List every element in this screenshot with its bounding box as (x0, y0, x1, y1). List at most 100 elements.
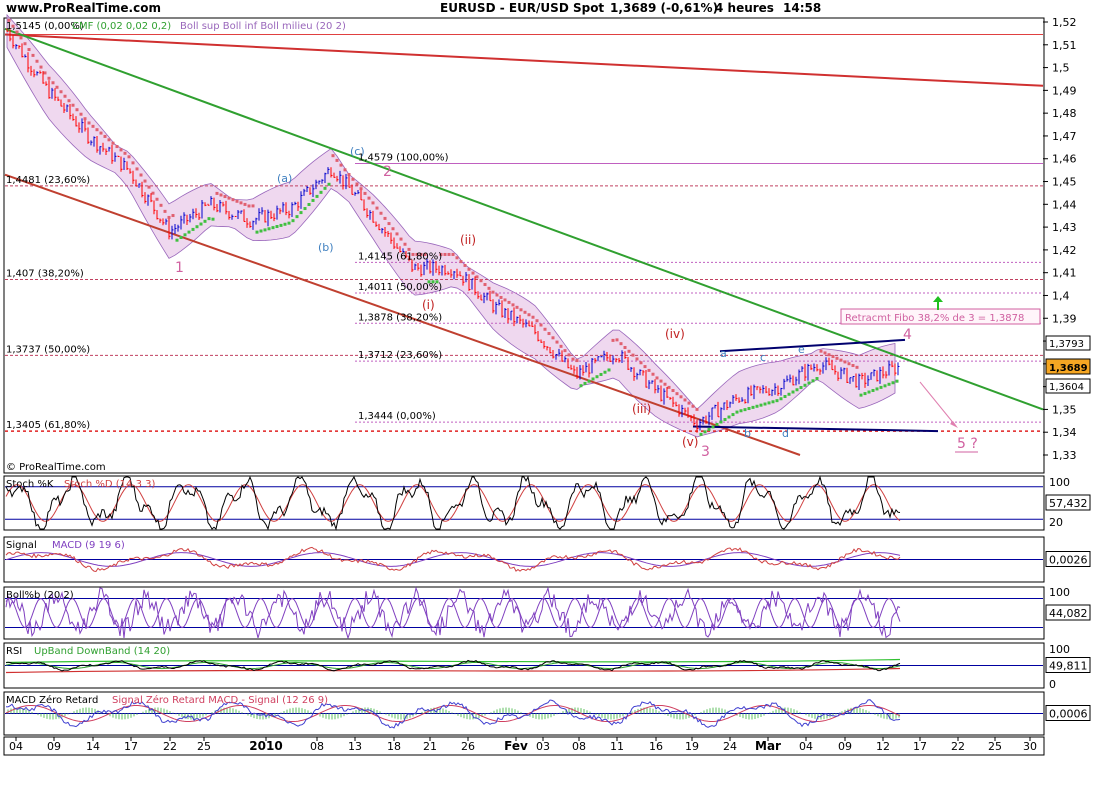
panel-label-secondary: Stoch %D (14 3 3) (64, 479, 155, 490)
sar-dot (31, 53, 35, 57)
x-tick-label: 25 (197, 740, 211, 753)
sar-dot (775, 399, 779, 403)
panel-tick: 100 (1049, 586, 1070, 599)
x-axis: 04 09 14 17 22 25 2010 08 13 18 21 26 Fev 03 08 11 16 19 2… (3, 736, 1045, 756)
sar-dot (287, 221, 291, 225)
sar-dot (335, 158, 339, 162)
sar-dot (327, 182, 331, 186)
sar-dot (147, 185, 151, 189)
x-tick-label: 09 (838, 740, 852, 753)
sar-dot (83, 117, 87, 121)
x-tick-label: Mar (755, 739, 781, 753)
sar-dot (511, 303, 515, 307)
x-tick-label: 17 (124, 740, 138, 753)
sar-dot (251, 204, 255, 208)
sar-dot (351, 177, 355, 181)
sar-dot (243, 202, 247, 206)
sar-dot (387, 222, 391, 226)
sar-dot (535, 319, 539, 323)
sar-dot (855, 365, 859, 369)
x-tick-label: 04 (799, 740, 813, 753)
sar-dot (575, 359, 579, 363)
x-tick-label: 04 (9, 740, 23, 753)
sar-dot (767, 401, 771, 405)
sar-dot (375, 206, 379, 210)
chart-title: EURUSD - EUR/USD Spot (440, 1, 604, 15)
sar-dot (675, 392, 679, 396)
sar-dot (755, 404, 759, 408)
sar-dot (59, 90, 63, 94)
sar-dot (599, 372, 603, 376)
sar-dot (271, 226, 275, 230)
x-tick-label: 26 (461, 740, 475, 753)
sar-dot (179, 235, 183, 239)
sar-dot (207, 217, 211, 221)
y-tick-label: 1,4 (1052, 289, 1070, 302)
fib-label-right: 1,4011 (50,00%) (358, 282, 442, 293)
sar-dot (235, 199, 239, 203)
sar-dot (131, 161, 135, 165)
sar-dot (115, 145, 119, 149)
y-tick-label: 1,35 (1052, 403, 1077, 416)
sar-dot (819, 349, 823, 353)
sar-dot (291, 219, 295, 223)
wave-label-red: (v) (682, 435, 698, 449)
panel-tick: 100 (1049, 643, 1070, 656)
sar-dot (51, 81, 55, 85)
period-label: 4 heures (715, 1, 774, 15)
sar-dot (55, 85, 59, 89)
x-tick-label: 30 (1023, 740, 1037, 753)
sar-dot (183, 233, 187, 237)
sar-dot (347, 173, 351, 177)
sar-dot (199, 222, 203, 226)
sar-dot (379, 211, 383, 215)
sar-dot (75, 108, 79, 112)
x-tick-label: 25 (988, 740, 1002, 753)
sar-dot (215, 191, 219, 195)
y-tick-label: 1,47 (1052, 130, 1077, 143)
legend-boll: Boll sup Boll inf Boll milieu (20 2) (180, 21, 346, 32)
site-label: www.ProRealTime.com (6, 1, 161, 15)
panel-value: 0,0026 (1049, 554, 1088, 567)
sar-dot (87, 121, 91, 125)
y-tick-label: 1,33 (1052, 449, 1077, 462)
x-tick-label: 11 (610, 740, 624, 753)
sar-dot (459, 260, 463, 264)
sar-dot (367, 196, 371, 200)
sar-dot (671, 389, 675, 393)
sar-dot (191, 227, 195, 231)
sar-dot (239, 201, 243, 205)
sar-dot (139, 173, 143, 177)
wave-label-pink: 5 ? (957, 436, 978, 452)
sar-dot (531, 315, 535, 319)
sar-dot (739, 409, 743, 413)
sar-dot (839, 358, 843, 362)
sar-dot (307, 202, 311, 206)
x-tick-label: 08 (572, 740, 586, 753)
panel-value: 0,0006 (1049, 708, 1088, 721)
sar-dot (699, 432, 703, 436)
sar-dot (803, 383, 807, 387)
panel-label: Boll%b (20 2) (6, 590, 74, 601)
sar-dot (539, 323, 543, 327)
x-tick-label: 21 (423, 740, 437, 753)
sar-dot (607, 368, 611, 372)
sar-dot (595, 375, 599, 379)
sar-dot (107, 138, 111, 142)
panel-value: 44,082 (1049, 607, 1088, 620)
fib-label-left: 1,3737 (50,00%) (6, 344, 90, 355)
x-tick-label: 24 (723, 740, 737, 753)
sar-dot (475, 275, 479, 279)
sar-dot (135, 167, 139, 171)
panel-tick: 20 (1049, 516, 1063, 529)
x-tick-label: Fev (504, 739, 528, 753)
wave-label-blue: c (760, 351, 766, 364)
sar-dot (443, 252, 447, 256)
y-tick-label: 1,41 (1052, 267, 1077, 280)
sar-dot (751, 405, 755, 409)
sar-dot (403, 242, 407, 246)
sar-dot (463, 263, 467, 267)
sar-dot (391, 227, 395, 231)
panel-label-secondary: UpBand DownBand (14 20) (34, 646, 170, 657)
indicator-panel: RSI UpBand DownBand (14 20) 100 0 49,811 (3, 642, 1091, 691)
